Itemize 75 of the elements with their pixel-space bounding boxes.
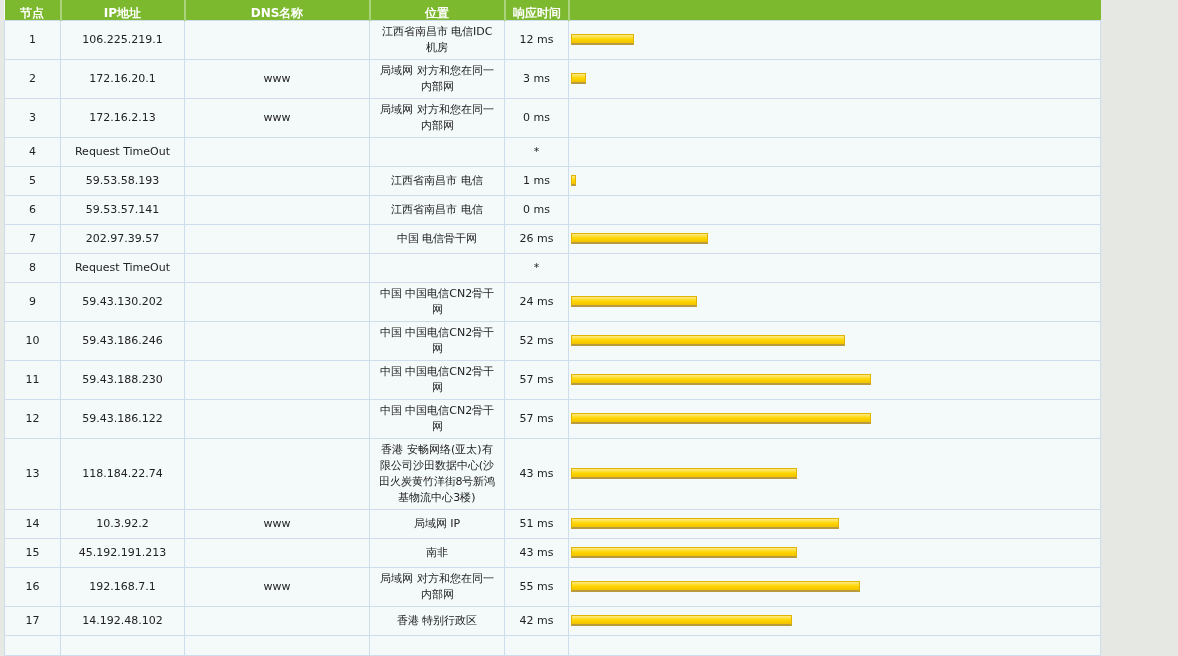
table-cell: 51 ms — [519, 516, 554, 530]
table-cell: 中国 中国电信CN2骨干网 — [379, 325, 495, 355]
table-cell: www — [263, 579, 291, 593]
table-cell: 13 — [25, 466, 40, 480]
table-cell: 12 — [25, 411, 40, 425]
table-cell: 16 — [25, 579, 40, 593]
table-cell: 5 — [29, 173, 36, 187]
table-cell: 6 — [29, 202, 36, 216]
table-cell: 59.53.58.193 — [85, 173, 160, 187]
column-header: IP地址 — [60, 0, 185, 20]
table-cell: 202.97.39.57 — [85, 231, 160, 245]
table-cell: 26 ms — [519, 231, 554, 245]
table-cell: 59.43.186.122 — [82, 411, 163, 425]
table-cell: 10.3.92.2 — [96, 516, 149, 530]
table-cell: 7 — [29, 231, 36, 245]
table-cell: 24 ms — [519, 294, 554, 308]
table-cell: 14.192.48.102 — [82, 613, 163, 627]
table-cell: 59.53.57.141 — [85, 202, 160, 216]
table-cell: 14 — [25, 516, 40, 530]
table-cell: 3 — [29, 110, 36, 124]
table-cell: 172.16.2.13 — [89, 110, 156, 124]
table-cell: 172.16.20.1 — [89, 71, 156, 85]
table-cell: 59.43.130.202 — [82, 294, 163, 308]
table-cell: 59.43.186.246 — [82, 333, 163, 347]
table-cell: 江西省南昌市 电信 — [391, 173, 483, 187]
table-cell: www — [263, 71, 291, 85]
table-cell: 17 — [25, 613, 40, 627]
table-cell: 中国 中国电信CN2骨干网 — [379, 403, 495, 433]
table-cell: 118.184.22.74 — [82, 466, 163, 480]
table-cell: 42 ms — [519, 613, 554, 627]
table-cell: 8 — [29, 260, 36, 274]
table-cell: 江西省南昌市 电信IDC机房 — [381, 24, 493, 54]
table-cell: 57 ms — [519, 411, 554, 425]
table-cell: 香港 特别行政区 — [396, 613, 478, 627]
table-cell: 香港 安畅网络(亚太)有限公司沙田数据中心(沙田火炭黄竹洋街8号新鸿基物流中心3楼) — [378, 442, 496, 504]
table-cell: 55 ms — [519, 579, 554, 593]
table-cell: 52 ms — [519, 333, 554, 347]
table-cell: * — [533, 260, 540, 274]
table-cell: www — [263, 516, 291, 530]
table-cell: Request TimeOut — [74, 260, 170, 274]
table-cell: 9 — [29, 294, 36, 308]
table-cell: 局域网 对方和您在同一内部网 — [380, 63, 494, 93]
table-cell: 3 ms — [523, 71, 550, 85]
table-cell: 南非 — [426, 545, 448, 559]
table-cell: 1 — [29, 32, 36, 46]
table-cell: 2 — [29, 71, 36, 85]
table-cell: 11 — [25, 372, 40, 386]
table-cell: 106.225.219.1 — [82, 32, 163, 46]
table-cell: 10 — [25, 333, 40, 347]
column-header: 响应时间 — [504, 0, 569, 20]
table-cell: 1 ms — [523, 173, 550, 187]
table-cell: 江西省南昌市 电信 — [391, 202, 483, 216]
table-cell: Request TimeOut — [74, 144, 170, 158]
column-header: 位置 — [369, 0, 505, 20]
table-cell: 局域网 对方和您在同一内部网 — [380, 102, 494, 132]
table-cell: 中国 中国电信CN2骨干网 — [379, 286, 495, 316]
table-cell: 中国 电信骨干网 — [396, 231, 478, 245]
table-cell: * — [533, 144, 540, 158]
table-cell: 45.192.191.213 — [78, 545, 167, 559]
table-cell: 43 ms — [519, 466, 554, 480]
table-cell: 0 ms — [523, 202, 550, 216]
table-cell: www — [263, 110, 291, 124]
table-cell: 43 ms — [519, 545, 554, 559]
table-cell: 0 ms — [523, 110, 550, 124]
table-cell: 4 — [29, 144, 36, 158]
table-cell: 局域网 对方和您在同一内部网 — [380, 571, 494, 601]
table-cell: 12 ms — [519, 32, 554, 46]
column-header: DNS名称 — [184, 0, 370, 20]
table-cell: 57 ms — [519, 372, 554, 386]
table-cell: 15 — [25, 545, 40, 559]
table-cell: 192.168.7.1 — [89, 579, 156, 593]
table-cell: 中国 中国电信CN2骨干网 — [379, 364, 495, 394]
table-cell: 59.43.188.230 — [82, 372, 163, 386]
table-cell: 局域网 IP — [413, 516, 461, 530]
column-header: 节点 — [4, 0, 61, 20]
